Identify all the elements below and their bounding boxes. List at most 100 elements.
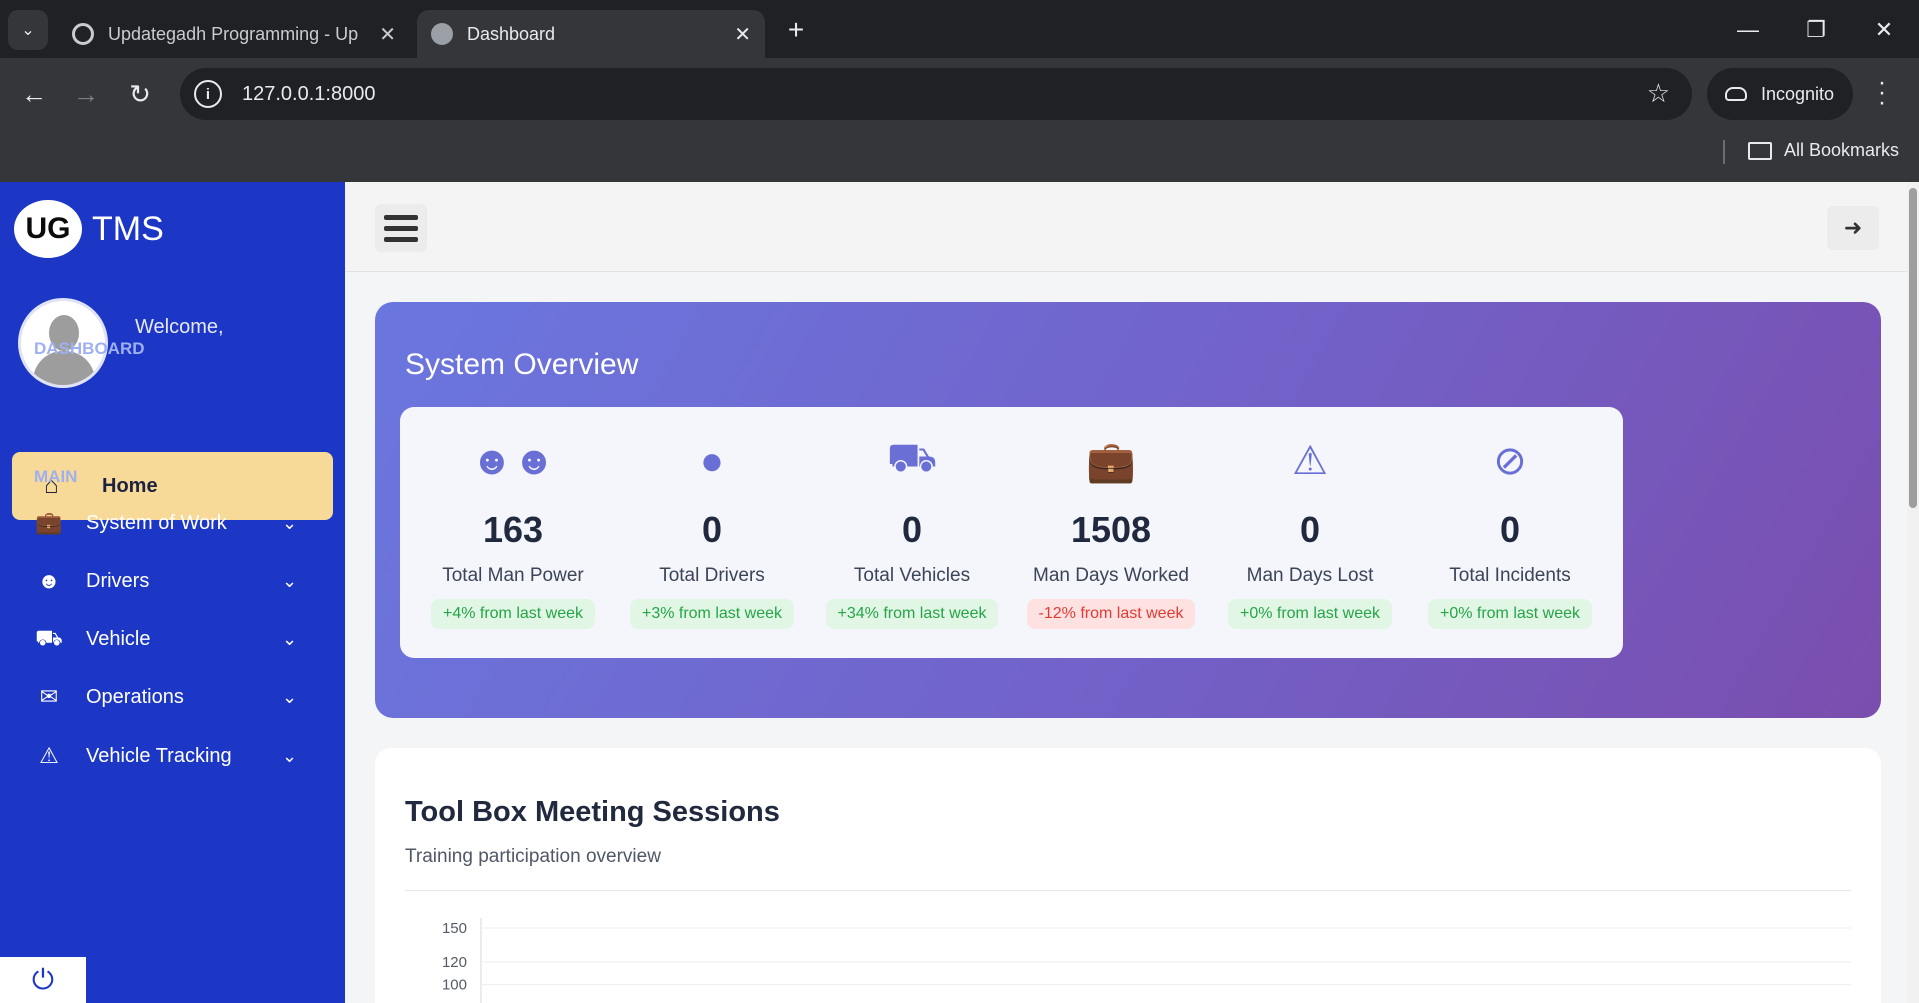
stat-label: Man Days Worked: [1033, 565, 1189, 586]
bookmarks-divider: [1723, 140, 1725, 164]
sidebar-item-vehicle-tracking[interactable]: ⚠ Vehicle Tracking ⌄: [0, 727, 345, 785]
briefcase-icon: 💼: [35, 510, 63, 535]
stat-label: Man Days Lost: [1246, 565, 1374, 586]
stat-change-badge: +34% from last week: [825, 599, 999, 629]
info-icon[interactable]: i: [194, 80, 222, 108]
scrollbar-thumb[interactable]: [1909, 188, 1917, 508]
stat-change-badge: +0% from last week: [1227, 599, 1393, 629]
logout-button[interactable]: ➜: [1827, 206, 1879, 250]
stat-card-man-days-worked: 💼 1508 Man Days Worked -12% from last we…: [998, 407, 1224, 658]
power-button[interactable]: ⏻: [0, 957, 86, 1003]
back-arrow-icon[interactable]: ←: [16, 76, 52, 112]
stat-card-total-vehicles: ⛟ 0 Total Vehicles +34% from last week: [799, 407, 1025, 658]
stat-value: 0: [1499, 509, 1521, 550]
close-icon[interactable]: ✕: [379, 22, 396, 47]
stat-card-total-man-power: ☻☻ 163 Total Man Power +4% from last wee…: [400, 407, 626, 658]
stat-value: 163: [482, 509, 544, 550]
sidebar-item-system-of-work[interactable]: 💼 System of Work ⌄: [0, 494, 345, 552]
sidebar: UG TMS Welcome, DASHBOARD ⌂ Home MAIN 💼 …: [0, 182, 345, 1003]
hamburger-menu-button[interactable]: [375, 204, 427, 252]
users-icon: ☻☻: [470, 438, 556, 483]
restore-icon[interactable]: ❐: [1798, 14, 1834, 46]
menu-bar: [384, 225, 418, 231]
truck-icon: ⛟: [886, 436, 938, 480]
stat-value: 0: [701, 509, 723, 550]
page-scrollbar[interactable]: [1907, 182, 1919, 1003]
envelope-icon: ✉: [39, 684, 59, 709]
tab-title: Updategadh Programming - Up: [108, 23, 359, 44]
more-vert-icon[interactable]: · · ·: [1872, 71, 1892, 115]
incognito-profile-button[interactable]: Incognito: [1707, 68, 1853, 120]
ban-icon: ⊘: [1493, 439, 1527, 483]
users-icon: ☻: [37, 568, 61, 593]
power-icon: ⏻: [31, 963, 55, 995]
stat-value: 0: [901, 509, 923, 550]
chevron-down-icon: ⌄: [282, 745, 298, 766]
folder-icon: [1748, 141, 1772, 160]
sidebar-item-label: Vehicle: [86, 627, 151, 650]
sidebar-item-operations[interactable]: ✉ Operations ⌄: [0, 668, 345, 726]
brand[interactable]: UG TMS: [14, 200, 164, 258]
stat-card-man-days-lost: ⚠ 0 Man Days Lost +0% from last week: [1197, 407, 1423, 658]
browser-toolbar: ← → ↻ i 127.0.0.1:8000 ☆ Incognito · · ·: [0, 58, 1919, 132]
forward-arrow-icon[interactable]: →: [68, 76, 104, 112]
chevron-down-icon: ⌄: [282, 686, 298, 707]
stat-card-total-incidents: ⊘ 0 Total Incidents +0% from last week: [1397, 407, 1623, 658]
toolbox-divider: [405, 890, 1851, 891]
browser-tab-active[interactable]: Dashboard ✕: [417, 10, 765, 58]
stat-change-badge: +4% from last week: [430, 599, 596, 629]
toolbox-subtitle: Training participation overview: [405, 846, 661, 867]
user-icon: ●: [699, 438, 725, 483]
url-text[interactable]: 127.0.0.1:8000: [242, 83, 375, 106]
site-favicon-icon: [72, 23, 94, 45]
tab-title: Dashboard: [467, 23, 556, 44]
browser-tabstrip: ⌄ Updategadh Programming - Up ✕ Dashboar…: [0, 0, 1919, 58]
section-label-dashboard: DASHBOARD: [34, 339, 145, 358]
overview-title: System Overview: [405, 348, 639, 381]
menu-bar: [384, 236, 418, 242]
sidebar-item-label: Operations: [86, 685, 184, 708]
toolbox-meeting-card: Tool Box Meeting Sessions Training parti…: [375, 748, 1881, 1003]
y-tick-label: 150: [442, 920, 467, 937]
stat-label: Total Incidents: [1449, 565, 1571, 586]
stat-label: Total Drivers: [659, 565, 765, 586]
topbar: ➜: [345, 182, 1907, 272]
all-bookmarks-button[interactable]: All Bookmarks: [1748, 140, 1899, 161]
star-icon[interactable]: ☆: [1647, 78, 1670, 109]
sidebar-item-drivers[interactable]: ☻ Drivers ⌄: [0, 552, 345, 610]
y-tick-label: 120: [442, 954, 467, 971]
stat-change-badge: +3% from last week: [629, 599, 795, 629]
stat-change-badge: -12% from last week: [1026, 599, 1196, 629]
sidebar-item-label: Drivers: [86, 569, 150, 592]
sidebar-item-label: System of Work: [86, 511, 227, 534]
window-close-icon[interactable]: ✕: [1866, 14, 1902, 46]
reload-icon[interactable]: ↻: [122, 76, 158, 112]
sidebar-item-vehicle[interactable]: ⛟ Vehicle ⌄: [0, 610, 345, 668]
warning-icon: ⚠: [1292, 439, 1328, 483]
close-icon[interactable]: ✕: [734, 22, 751, 47]
main-content: ➜ System Overview ☻☻ 163 Total Man Power…: [345, 182, 1907, 1003]
chevron-down-icon: ⌄: [282, 512, 298, 533]
sidebar-item-label: Vehicle Tracking: [86, 744, 232, 767]
bookmarks-bar: All Bookmarks: [0, 132, 1919, 182]
new-tab-button[interactable]: +: [780, 14, 812, 46]
browser-tab[interactable]: Updategadh Programming - Up ✕: [58, 10, 410, 58]
minimize-icon[interactable]: —: [1730, 14, 1766, 46]
stat-value: 1508: [1070, 509, 1152, 550]
all-bookmarks-label: All Bookmarks: [1784, 140, 1900, 160]
address-bar[interactable]: i 127.0.0.1:8000 ☆: [180, 68, 1692, 120]
tab-search-button[interactable]: ⌄: [8, 10, 48, 50]
chevron-down-icon: ⌄: [21, 22, 35, 39]
incognito-icon: [1725, 87, 1747, 101]
stat-label: Total Man Power: [442, 565, 584, 586]
welcome-text: Welcome,: [135, 316, 224, 338]
car-icon: ⛟: [35, 624, 63, 650]
profile-label: Incognito: [1761, 83, 1835, 104]
toolbox-title: Tool Box Meeting Sessions: [405, 796, 780, 828]
stat-change-badge: +0% from last week: [1427, 599, 1593, 629]
briefcase-icon: 💼: [1086, 439, 1136, 484]
stat-card-total-drivers: ● 0 Total Drivers +3% from last week: [599, 407, 825, 658]
stat-label: Total Vehicles: [853, 565, 971, 586]
brand-logo: UG: [14, 200, 82, 258]
chevron-down-icon: ⌄: [282, 628, 298, 649]
